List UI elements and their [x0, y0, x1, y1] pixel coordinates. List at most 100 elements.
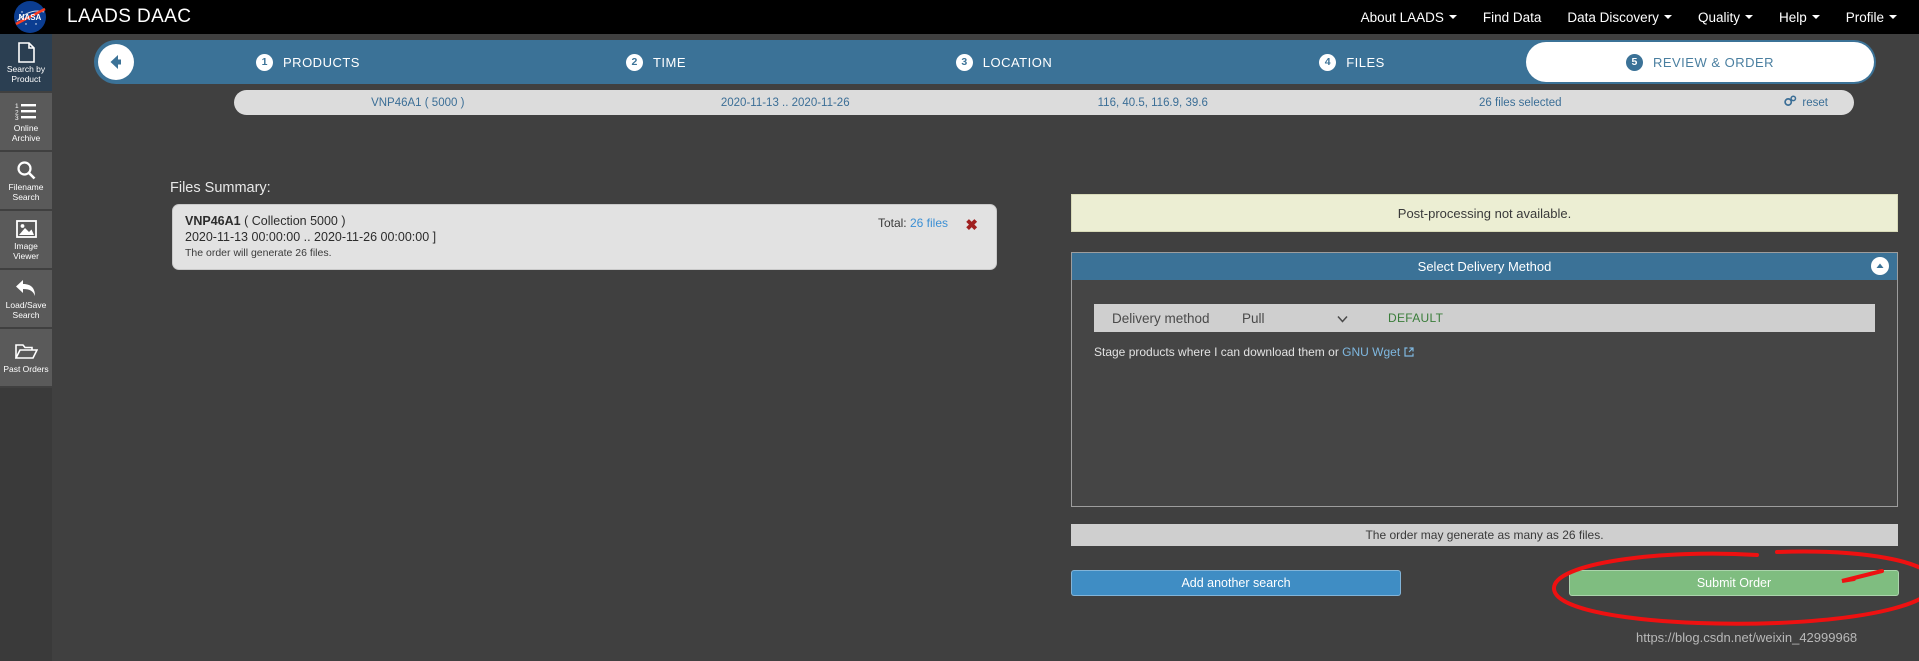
delivery-method-row: Delivery method Pull DEFAULT: [1094, 304, 1875, 332]
reset-button[interactable]: reset: [1704, 95, 1854, 110]
back-button[interactable]: [98, 44, 134, 80]
delivery-method-label: Delivery method: [1112, 310, 1210, 326]
reset-label: reset: [1802, 96, 1828, 109]
chevron-down-icon: [1448, 15, 1457, 19]
nav-label: Help: [1778, 9, 1807, 25]
sidebar-item-search-by-product[interactable]: Search by Product: [0, 34, 52, 93]
chevron-down-icon: [1889, 15, 1897, 19]
external-link-icon: [1403, 345, 1414, 359]
top-navigation-bar: NASA LAADS DAAC About LAADS Find Data Da…: [0, 0, 1919, 34]
search-summary-strip: VNP46A1 ( 5000 ) 2020-11-13 .. 2020-11-2…: [234, 90, 1854, 115]
wizard-step-products[interactable]: 1 PRODUCTS: [134, 40, 482, 84]
nav-label: Profile: [1845, 9, 1884, 25]
nav-label: Data Discovery: [1567, 9, 1659, 25]
folder-icon: [14, 341, 38, 363]
nav-label: Find Data: [1482, 9, 1542, 25]
collection-label: ( Collection 5000 ): [244, 214, 346, 228]
files-summary-note: The order will generate 26 files.: [185, 247, 332, 259]
svg-text:NASA: NASA: [19, 13, 42, 22]
sidebar-item-label: Filename Search: [8, 182, 44, 202]
total-files-link[interactable]: 26 files: [910, 216, 948, 230]
step-wizard: 1 PRODUCTS 2 TIME 3 LOCATION 4 FILES 5 R…: [94, 40, 1876, 84]
nav-item-find-data[interactable]: Find Data: [1483, 10, 1542, 25]
delivery-method-panel-body: Delivery method Pull DEFAULT Stage produ…: [1072, 280, 1897, 359]
sidebar-item-past-orders[interactable]: Past Orders: [0, 329, 52, 388]
default-badge: DEFAULT: [1388, 311, 1444, 325]
files-summary-card: VNP46A1 ( Collection 5000 ) 2020-11-13 0…: [172, 204, 997, 270]
wizard-step-time[interactable]: 2 TIME: [482, 40, 830, 84]
arrow-back-icon: [15, 277, 37, 299]
sidebar-item-image-viewer[interactable]: Image Viewer: [0, 211, 52, 270]
files-summary-product-line: VNP46A1 ( Collection 5000 ): [185, 214, 984, 228]
delivery-method-select[interactable]: Pull: [1242, 311, 1362, 326]
step-label: REVIEW & ORDER: [1652, 54, 1775, 70]
gnu-wget-link[interactable]: GNU Wget: [1342, 345, 1400, 359]
panel-title: Select Delivery Method: [1417, 259, 1552, 274]
chevron-up-circle-icon[interactable]: [1871, 257, 1889, 275]
post-processing-notice: Post-processing not available.: [1071, 194, 1898, 232]
list-numbered-icon: 1 2 3: [15, 100, 37, 122]
sidebar-item-label: Search by Product: [6, 64, 46, 84]
submit-order-button[interactable]: Submit Order: [1569, 570, 1899, 596]
step-number: 1: [256, 53, 274, 71]
watermark-url: https://blog.csdn.net/weixin_42999968: [1636, 630, 1858, 645]
sidebar-item-label: Past Orders: [3, 363, 49, 374]
step-number: 5: [1625, 53, 1643, 71]
wizard-step-location[interactable]: 3 LOCATION: [830, 40, 1178, 84]
sidebar-item-label: Online Archive: [11, 123, 41, 143]
step-label: PRODUCTS: [283, 54, 360, 70]
step-label: TIME: [652, 54, 687, 70]
nav-label: Quality: [1697, 9, 1740, 25]
nav-item-quality[interactable]: Quality: [1698, 10, 1753, 25]
step-label: LOCATION: [982, 54, 1053, 70]
files-summary-total: Total: 26 files: [878, 216, 948, 230]
top-nav-links: About LAADS Find Data Data Discovery Qua…: [1361, 10, 1919, 25]
document-icon: [17, 41, 35, 63]
summary-location[interactable]: 116, 40.5, 116.9, 39.6: [969, 97, 1337, 109]
step-number: 4: [1319, 53, 1337, 71]
app-brand-title: LAADS DAAC: [67, 6, 192, 27]
chevron-down-icon: [1337, 311, 1348, 326]
step-number: 3: [955, 53, 973, 71]
delivery-method-panel-header[interactable]: Select Delivery Method: [1072, 253, 1897, 280]
add-another-search-button[interactable]: Add another search: [1071, 570, 1401, 596]
step-label: FILES: [1346, 54, 1385, 70]
step-number: 2: [625, 53, 643, 71]
wizard-steps: 1 PRODUCTS 2 TIME 3 LOCATION 4 FILES 5 R…: [134, 40, 1876, 84]
product-name: VNP46A1: [185, 214, 241, 228]
files-summary-date-range: 2020-11-13 00:00:00 .. 2020-11-26 00:00:…: [185, 230, 437, 244]
sidebar-item-online-archive[interactable]: 1 2 3 Online Archive: [0, 93, 52, 152]
files-summary-heading: Files Summary:: [170, 180, 271, 196]
main-content-area: 1 PRODUCTS 2 TIME 3 LOCATION 4 FILES 5 R…: [52, 34, 1919, 661]
nav-item-data-discovery[interactable]: Data Discovery: [1567, 10, 1672, 25]
nav-item-profile[interactable]: Profile: [1846, 10, 1897, 25]
sidebar-item-label: Load/Save Search: [5, 300, 47, 320]
search-icon: [16, 159, 36, 181]
total-label: Total:: [877, 216, 907, 230]
delivery-method-note: Stage products where I can download them…: [1094, 345, 1875, 359]
nav-item-help[interactable]: Help: [1779, 10, 1820, 25]
svg-text:3: 3: [15, 115, 19, 120]
arrow-left-circle-icon: [104, 50, 128, 74]
order-generation-bar: The order may generate as many as 26 fil…: [1071, 524, 1898, 546]
chevron-down-icon: [1744, 15, 1753, 19]
sidebar-item-label: Image Viewer: [13, 241, 39, 261]
x-remove-icon[interactable]: ✖: [965, 216, 978, 234]
image-icon: [15, 218, 37, 240]
sidebar-item-load-save-search[interactable]: Load/Save Search: [0, 270, 52, 329]
wizard-step-files[interactable]: 4 FILES: [1178, 40, 1526, 84]
summary-files[interactable]: 26 files selected: [1337, 97, 1705, 109]
summary-product[interactable]: VNP46A1 ( 5000 ): [234, 97, 602, 109]
chevron-down-icon: [1811, 15, 1820, 19]
nav-item-about-laads[interactable]: About LAADS: [1361, 10, 1457, 25]
gears-icon: [1784, 95, 1797, 110]
note-prefix: Stage products where I can download them…: [1094, 345, 1343, 359]
wizard-step-review-and-order[interactable]: 5 REVIEW & ORDER: [1526, 42, 1874, 82]
left-sidebar: Search by Product 1 2 3 Online Archive F…: [0, 34, 52, 661]
delivery-method-value: Pull: [1242, 310, 1265, 326]
delivery-method-panel: Select Delivery Method Delivery method P…: [1071, 252, 1898, 507]
summary-time[interactable]: 2020-11-13 .. 2020-11-26: [602, 97, 970, 109]
nav-label: About LAADS: [1360, 9, 1444, 25]
sidebar-item-filename-search[interactable]: Filename Search: [0, 152, 52, 211]
chevron-down-icon: [1663, 15, 1672, 19]
